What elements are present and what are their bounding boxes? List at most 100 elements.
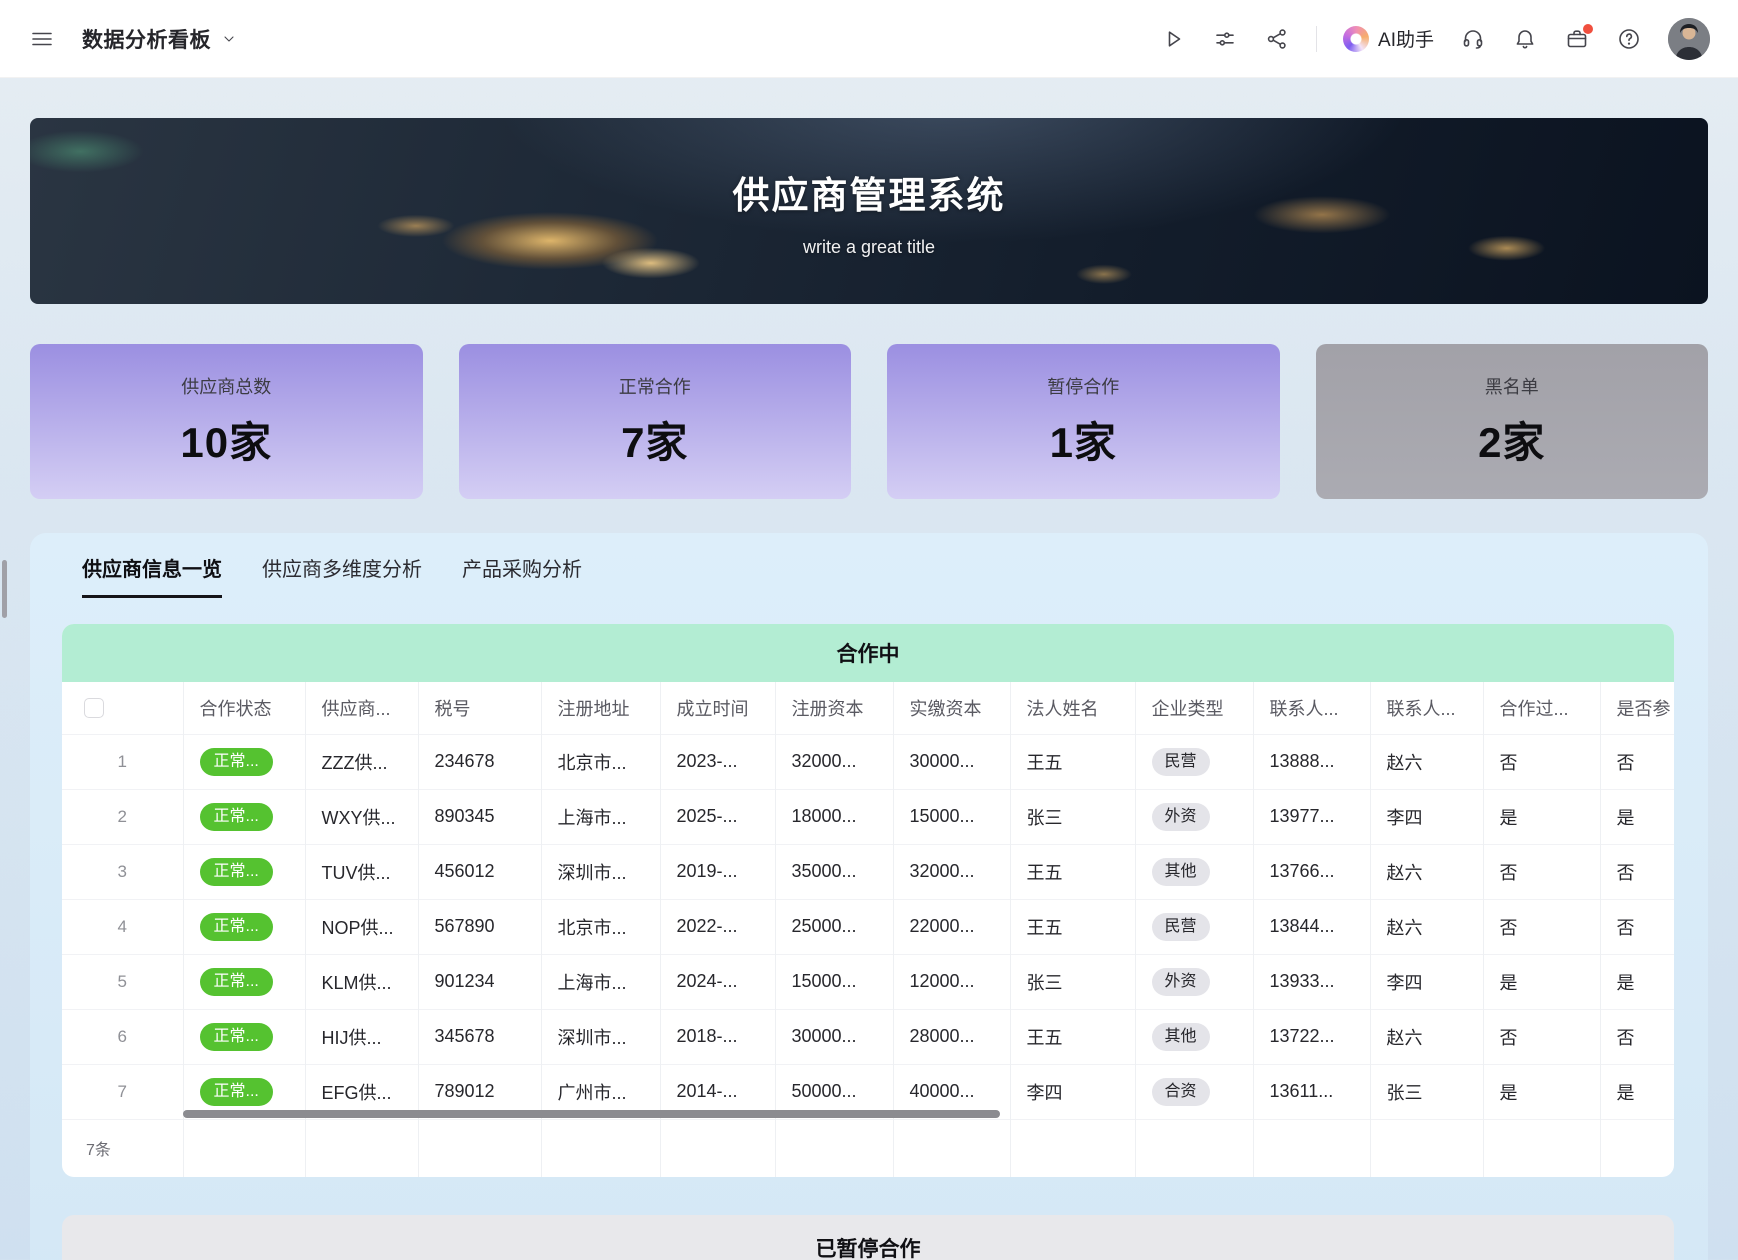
workbench-briefcase-button[interactable] bbox=[1564, 26, 1590, 52]
dashboard-main: 供应商管理系统 write a great title 供应商总数 10家 正常… bbox=[0, 78, 1738, 1260]
table-cell: 正常... bbox=[183, 899, 305, 954]
footer-cell bbox=[1483, 1119, 1600, 1177]
table-cell: 否 bbox=[1600, 899, 1674, 954]
table-header-row: 合作状态供应商...税号注册地址成立时间注册资本实缴资本法人姓名企业类型联系人.… bbox=[62, 682, 1674, 734]
table-cell: 13844... bbox=[1253, 899, 1370, 954]
table-cell: 否 bbox=[1483, 734, 1600, 789]
tab-supplier-overview[interactable]: 供应商信息一览 bbox=[82, 553, 222, 598]
column-header: 实缴资本 bbox=[893, 682, 1010, 734]
cooperating-table-card: 合作中 合作状态供应商...税号注册地址成立时间注册资本实缴资本法人姓名企业类型… bbox=[62, 624, 1674, 1177]
status-badge: 正常... bbox=[200, 1023, 273, 1051]
footer-cell bbox=[893, 1119, 1010, 1177]
hero-banner: 供应商管理系统 write a great title bbox=[30, 118, 1708, 304]
table-cell: KLM供... bbox=[305, 954, 418, 1009]
hamburger-menu-icon[interactable] bbox=[30, 26, 56, 52]
table-cell: 18000... bbox=[775, 789, 893, 844]
row-index: 7 bbox=[62, 1064, 183, 1119]
table-cell: 13766... bbox=[1253, 844, 1370, 899]
page-title: 数据分析看板 bbox=[82, 24, 211, 54]
banner-title: 供应商管理系统 bbox=[733, 165, 1006, 219]
stat-label: 暂停合作 bbox=[1047, 373, 1119, 399]
table-cell: 456012 bbox=[418, 844, 541, 899]
table-cell: 正常... bbox=[183, 1009, 305, 1064]
ai-assistant-label: AI助手 bbox=[1378, 25, 1434, 52]
share-button[interactable] bbox=[1264, 26, 1290, 52]
table-cell: 是 bbox=[1600, 954, 1674, 1009]
column-header: 注册资本 bbox=[775, 682, 893, 734]
table-cell: 28000... bbox=[893, 1009, 1010, 1064]
column-header-select bbox=[62, 682, 183, 734]
stat-label: 黑名单 bbox=[1485, 373, 1539, 399]
table-cell: 北京市... bbox=[541, 734, 660, 789]
table-cell: 赵六 bbox=[1370, 844, 1483, 899]
row-index: 6 bbox=[62, 1009, 183, 1064]
table-cell: 13933... bbox=[1253, 954, 1370, 1009]
stat-value: 2家 bbox=[1478, 409, 1545, 470]
horizontal-scrollbar[interactable] bbox=[183, 1110, 1000, 1118]
paused-section-band: 已暂停合作 bbox=[62, 1215, 1674, 1260]
table-cell: WXY供... bbox=[305, 789, 418, 844]
stat-cards-row: 供应商总数 10家 正常合作 7家 暂停合作 1家 黑名单 2家 bbox=[30, 344, 1708, 499]
table-cell: 外资 bbox=[1135, 954, 1253, 1009]
table-cell: 13722... bbox=[1253, 1009, 1370, 1064]
table-cell: 是 bbox=[1600, 789, 1674, 844]
ai-assistant-button[interactable]: AI助手 bbox=[1343, 25, 1434, 52]
table-title-band: 合作中 bbox=[62, 624, 1674, 682]
tab-procurement-analysis[interactable]: 产品采购分析 bbox=[462, 553, 582, 598]
table-footer-row: 7条 bbox=[62, 1119, 1674, 1177]
notifications-bell-button[interactable] bbox=[1512, 26, 1538, 52]
row-index: 5 bbox=[62, 954, 183, 1009]
company-type-badge: 其他 bbox=[1152, 858, 1210, 886]
column-header: 法人姓名 bbox=[1010, 682, 1135, 734]
table-cell: ZZZ供... bbox=[305, 734, 418, 789]
table-cell: 是 bbox=[1483, 1064, 1600, 1119]
table-cell: 345678 bbox=[418, 1009, 541, 1064]
table-cell: 其他 bbox=[1135, 844, 1253, 899]
table-cell: NOP供... bbox=[305, 899, 418, 954]
table-cell: 正常... bbox=[183, 734, 305, 789]
table-cell: 李四 bbox=[1010, 1064, 1135, 1119]
settings-sliders-button[interactable] bbox=[1212, 26, 1238, 52]
table-cell: 赵六 bbox=[1370, 899, 1483, 954]
table-cell: 901234 bbox=[418, 954, 541, 1009]
footer-cell bbox=[775, 1119, 893, 1177]
table-cell: 李四 bbox=[1370, 954, 1483, 1009]
table-cell: 民营 bbox=[1135, 734, 1253, 789]
table-cell: 30000... bbox=[775, 1009, 893, 1064]
user-avatar[interactable] bbox=[1668, 18, 1710, 60]
table-cell: 王五 bbox=[1010, 1009, 1135, 1064]
chevron-down-icon[interactable] bbox=[221, 31, 237, 47]
support-headset-button[interactable] bbox=[1460, 26, 1486, 52]
table-cell: 2025-... bbox=[660, 789, 775, 844]
column-header: 联系人... bbox=[1253, 682, 1370, 734]
select-all-checkbox[interactable] bbox=[84, 698, 104, 718]
play-button[interactable] bbox=[1160, 26, 1186, 52]
footer-cell bbox=[541, 1119, 660, 1177]
column-header: 合作状态 bbox=[183, 682, 305, 734]
table-cell: 张三 bbox=[1010, 954, 1135, 1009]
status-badge: 正常... bbox=[200, 748, 273, 776]
table-cell: 2023-... bbox=[660, 734, 775, 789]
table-cell: 合资 bbox=[1135, 1064, 1253, 1119]
tab-supplier-analysis[interactable]: 供应商多维度分析 bbox=[262, 553, 422, 598]
page-vertical-scrollbar[interactable] bbox=[2, 560, 7, 618]
footer-cell bbox=[660, 1119, 775, 1177]
table-cell: 上海市... bbox=[541, 954, 660, 1009]
table-cell: TUV供... bbox=[305, 844, 418, 899]
table-cell: 深圳市... bbox=[541, 1009, 660, 1064]
footer-cell bbox=[418, 1119, 541, 1177]
table-cell: 22000... bbox=[893, 899, 1010, 954]
table-cell: 其他 bbox=[1135, 1009, 1253, 1064]
table-cell: 2022-... bbox=[660, 899, 775, 954]
help-button[interactable] bbox=[1616, 26, 1642, 52]
table-cell: 赵六 bbox=[1370, 1009, 1483, 1064]
table-cell: 正常... bbox=[183, 844, 305, 899]
table-cell: 13611... bbox=[1253, 1064, 1370, 1119]
stat-value: 10家 bbox=[180, 409, 272, 470]
table-cell: 2019-... bbox=[660, 844, 775, 899]
ai-assistant-icon bbox=[1343, 26, 1369, 52]
stat-value: 1家 bbox=[1050, 409, 1117, 470]
table-cell: 上海市... bbox=[541, 789, 660, 844]
table-cell: 民营 bbox=[1135, 899, 1253, 954]
banner-subtitle: write a great title bbox=[803, 237, 935, 258]
